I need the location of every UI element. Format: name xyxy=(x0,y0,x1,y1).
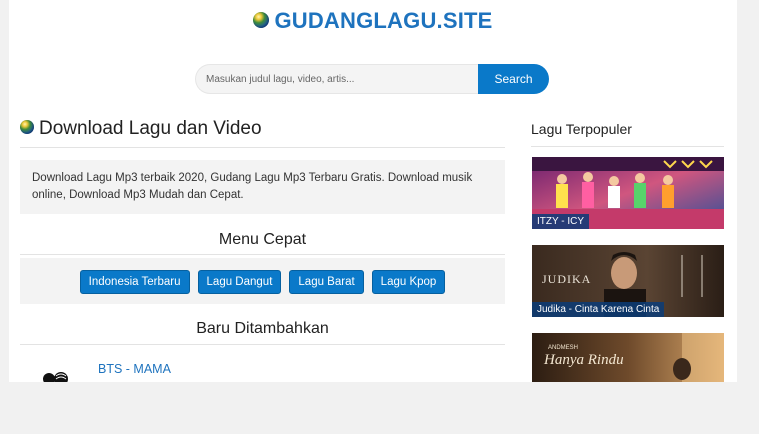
song-thumbnail[interactable] xyxy=(32,366,86,382)
search-button[interactable]: Search xyxy=(478,64,549,94)
search-bar: Search xyxy=(195,64,549,94)
sidebar-title: Lagu Terpopuler xyxy=(531,121,632,137)
site-logo[interactable]: GUDANGLAGU.SITE xyxy=(9,8,737,34)
globe-icon xyxy=(253,12,270,29)
divider xyxy=(20,147,505,148)
divider xyxy=(531,146,724,147)
quick-menu-indonesia-terbaru[interactable]: Indonesia Terbaru xyxy=(79,270,190,294)
thumb-text: JUDIKA xyxy=(542,272,591,286)
site-title-text: GUDANGLAGU.SITE xyxy=(274,8,493,33)
song-thumbnail: ANDMESH Hanya Rindu xyxy=(532,333,724,382)
quick-menu-lagu-dangut[interactable]: Lagu Dangut xyxy=(197,270,282,294)
site-description: Download Lagu Mp3 terbaik 2020, Gudang L… xyxy=(20,160,505,214)
page-container: GUDANGLAGU.SITE Search Download Lagu dan… xyxy=(9,0,737,382)
search-input[interactable] xyxy=(195,64,478,94)
quick-menu-lagu-kpop[interactable]: Lagu Kpop xyxy=(371,270,446,294)
divider xyxy=(20,254,505,255)
song-link[interactable]: BTS - MAMA xyxy=(98,362,171,376)
globe-icon xyxy=(20,119,34,134)
thumb-subtext: ANDMESH xyxy=(548,345,578,351)
recent-title: Baru Ditambahkan xyxy=(196,320,329,337)
popular-song-card[interactable]: JUDIKA Judika - Cinta Karena Cinta xyxy=(532,245,724,317)
popular-song-caption: Judika - Cinta Karena Cinta xyxy=(532,302,665,317)
quick-menu-lagu-barat[interactable]: Lagu Barat xyxy=(289,270,364,294)
divider xyxy=(20,344,505,345)
popular-song-card[interactable]: ITZY - ICY xyxy=(532,157,724,229)
popular-song-caption: ITZY - ICY xyxy=(532,214,590,229)
page-title-text: Download Lagu dan Video xyxy=(39,118,262,139)
page-title: Download Lagu dan Video xyxy=(20,118,262,140)
quick-menu: Indonesia Terbaru Lagu Dangut Lagu Barat La… xyxy=(20,258,505,304)
popular-song-card[interactable]: ANDMESH Hanya Rindu xyxy=(532,333,724,382)
thumb-text: Hanya Rindu xyxy=(543,352,624,368)
quick-menu-title: Menu Cepat xyxy=(218,231,307,248)
